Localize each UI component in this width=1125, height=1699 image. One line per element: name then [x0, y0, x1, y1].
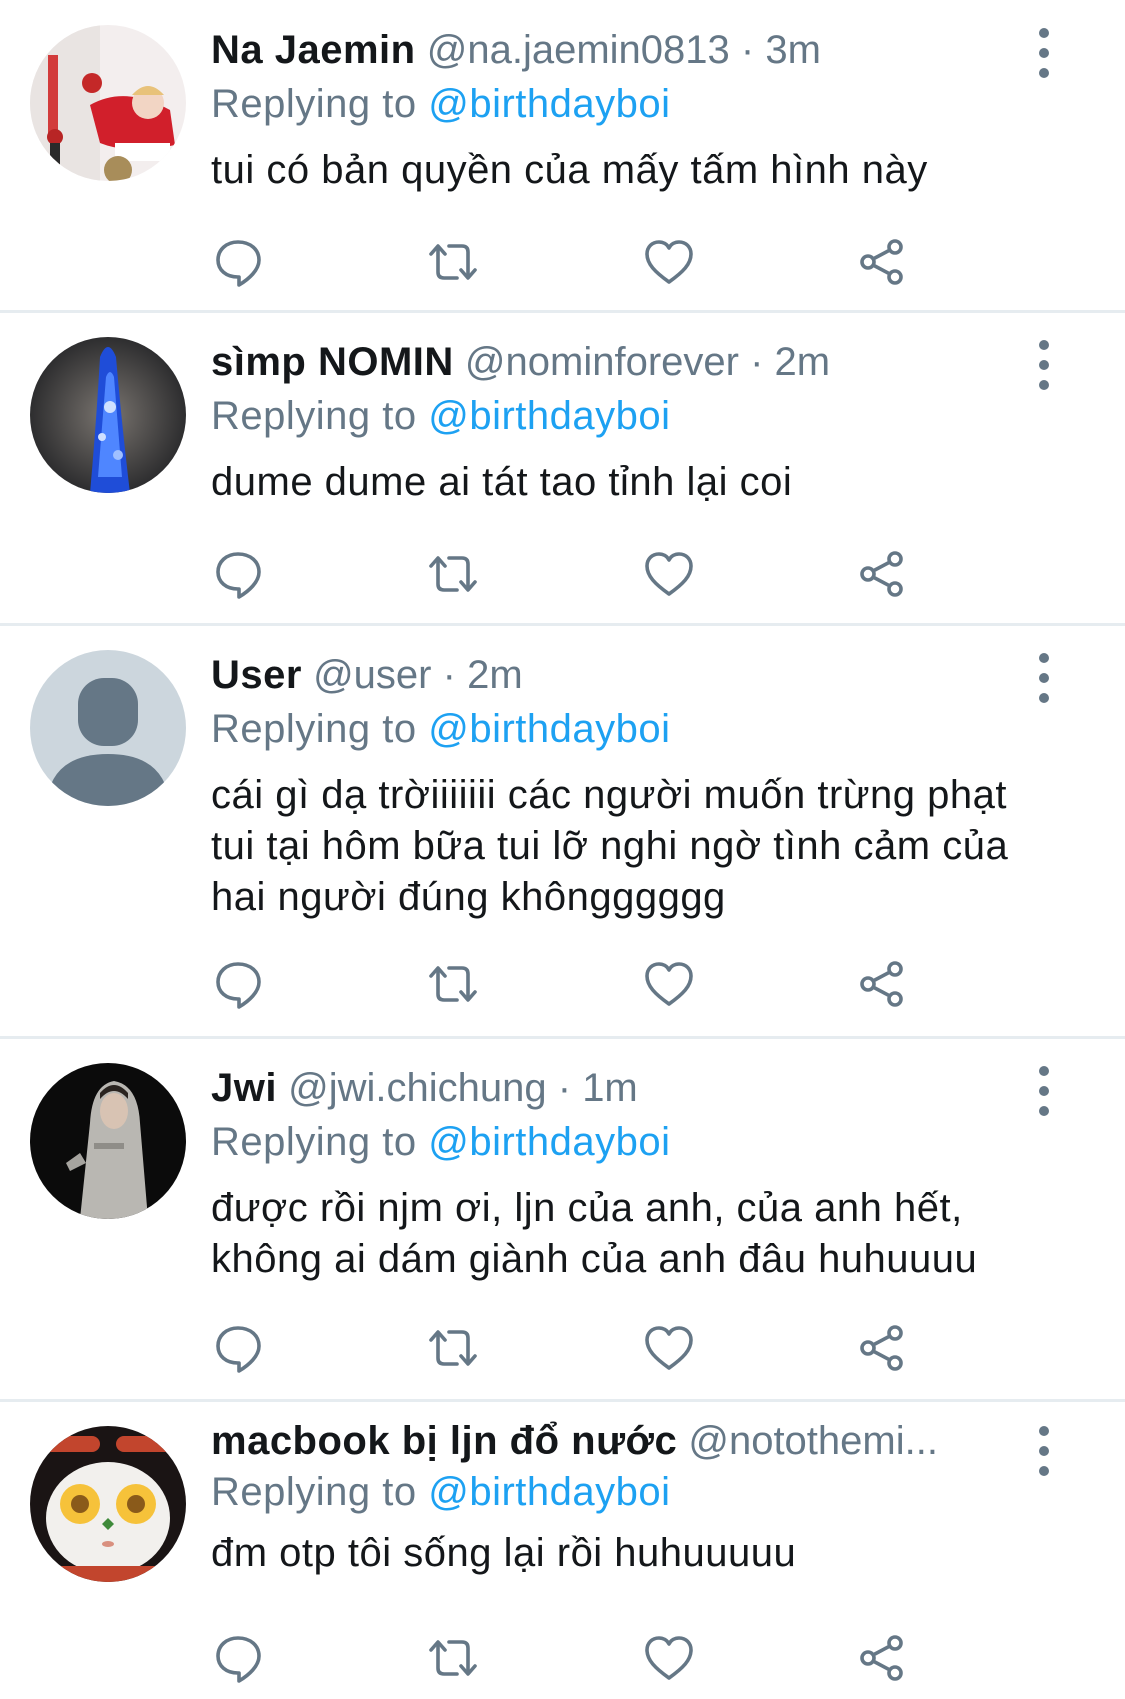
more-vertical-icon[interactable]: [1030, 340, 1058, 390]
replying-to-label: Replying to: [211, 394, 429, 438]
user-handle[interactable]: @jwi.chichung: [288, 1066, 547, 1110]
tweet-text: đm otp tôi sống lại rồi huhuuuuu: [211, 1531, 797, 1575]
timestamp[interactable]: 3m: [765, 28, 821, 72]
share-icon[interactable]: [854, 956, 910, 1012]
heart-icon[interactable]: [641, 1630, 697, 1686]
more-vertical-icon[interactable]: [1030, 28, 1058, 78]
separator-dot: ·: [557, 1066, 572, 1110]
tweet-header: macbook bị ljn đổ nước @notothemi...: [211, 1415, 1035, 1467]
retweet-icon[interactable]: [425, 546, 481, 602]
replying-to-label: Replying to: [211, 707, 429, 751]
reply-icon[interactable]: [211, 1320, 267, 1376]
action-bar: [211, 956, 911, 1012]
user-handle[interactable]: @user: [313, 653, 431, 697]
replying-to-label: Replying to: [211, 1120, 429, 1164]
tweet-text: tui có bản quyền của mấy tấm hình này: [211, 148, 928, 192]
retweet-icon[interactable]: [425, 956, 481, 1012]
retweet-icon[interactable]: [425, 234, 481, 290]
mention-link[interactable]: @birthdayboi: [428, 707, 670, 751]
replying-to-label: Replying to: [211, 82, 429, 126]
replying-to: Replying to @birthdayboi: [211, 1466, 671, 1518]
retweet-icon[interactable]: [425, 1630, 481, 1686]
more-vertical-icon[interactable]: [1030, 1426, 1058, 1476]
share-icon[interactable]: [854, 1630, 910, 1686]
user-handle[interactable]: @na.jaemin0813: [427, 28, 730, 72]
timestamp[interactable]: 2m: [467, 653, 523, 697]
tweet-header: Jwi @jwi.chichung · 1m: [211, 1062, 1035, 1114]
replying-to: Replying to @birthdayboi: [211, 78, 671, 130]
avatar[interactable]: [30, 25, 186, 181]
heart-icon[interactable]: [641, 1320, 697, 1376]
mention-link[interactable]: @birthdayboi: [428, 394, 670, 438]
reply-icon[interactable]: [211, 1630, 267, 1686]
heart-icon[interactable]: [641, 234, 697, 290]
reply-icon[interactable]: [211, 956, 267, 1012]
timestamp[interactable]: 1m: [582, 1066, 638, 1110]
display-name[interactable]: User: [211, 653, 302, 697]
tweet-text: được rồi njm ơi, ljn của anh, của anh hế…: [211, 1186, 978, 1281]
replying-to-label: Replying to: [211, 1470, 429, 1514]
share-icon[interactable]: [854, 234, 910, 290]
mention-link[interactable]: @birthdayboi: [428, 1470, 670, 1514]
tweet-text: cái gì dạ trờiiiiiii các người muốn trừn…: [211, 773, 1009, 919]
reply-icon[interactable]: [211, 234, 267, 290]
avatar[interactable]: [30, 650, 186, 806]
tweet-header: sìmp NOMIN @nominforever · 2m: [211, 336, 1035, 388]
action-bar: [211, 234, 911, 290]
avatar[interactable]: [30, 337, 186, 493]
tweet-header: User @user · 2m: [211, 649, 1035, 701]
action-bar: [211, 1320, 911, 1376]
heart-icon[interactable]: [641, 956, 697, 1012]
share-icon[interactable]: [854, 1320, 910, 1376]
reply-icon[interactable]: [211, 546, 267, 602]
tweet-card[interactable]: Jwi @jwi.chichung · 1m Replying to @birt…: [0, 1039, 1125, 1399]
replying-to: Replying to @birthdayboi: [211, 703, 671, 755]
mention-link[interactable]: @birthdayboi: [428, 1120, 670, 1164]
action-bar: [211, 546, 911, 602]
separator-dot: ·: [442, 653, 456, 697]
replying-to: Replying to @birthdayboi: [211, 1116, 671, 1168]
display-name[interactable]: Na Jaemin: [211, 28, 416, 72]
avatar[interactable]: [30, 1426, 186, 1582]
tweet-header: Na Jaemin @na.jaemin0813 · 3m: [211, 24, 1035, 76]
tweet-card[interactable]: Na Jaemin @na.jaemin0813 · 3m Replying t…: [0, 0, 1125, 310]
tweet-text: dume dume ai tát tao tỉnh lại coi: [211, 460, 793, 504]
user-handle[interactable]: @notothemi...: [688, 1419, 938, 1463]
share-icon[interactable]: [854, 546, 910, 602]
action-bar: [211, 1630, 911, 1686]
display-name[interactable]: Jwi: [211, 1066, 277, 1110]
mention-link[interactable]: @birthdayboi: [428, 82, 670, 126]
separator-dot: ·: [740, 28, 755, 72]
timestamp[interactable]: 2m: [775, 340, 831, 384]
tweet-card[interactable]: User @user · 2m Replying to @birthdayboi…: [0, 626, 1125, 1036]
tweet-card[interactable]: macbook bị ljn đổ nước @notothemi... Rep…: [0, 1402, 1125, 1699]
separator-dot: ·: [750, 340, 764, 384]
display-name[interactable]: sìmp NOMIN: [211, 340, 454, 384]
retweet-icon[interactable]: [425, 1320, 481, 1376]
heart-icon[interactable]: [641, 546, 697, 602]
display-name[interactable]: macbook bị ljn đổ nước: [211, 1419, 677, 1463]
more-vertical-icon[interactable]: [1030, 1066, 1058, 1116]
avatar[interactable]: [30, 1063, 186, 1219]
more-vertical-icon[interactable]: [1030, 653, 1058, 703]
tweet-card[interactable]: sìmp NOMIN @nominforever · 2m Replying t…: [0, 313, 1125, 623]
replying-to: Replying to @birthdayboi: [211, 390, 671, 442]
user-handle[interactable]: @nominforever: [465, 340, 739, 384]
